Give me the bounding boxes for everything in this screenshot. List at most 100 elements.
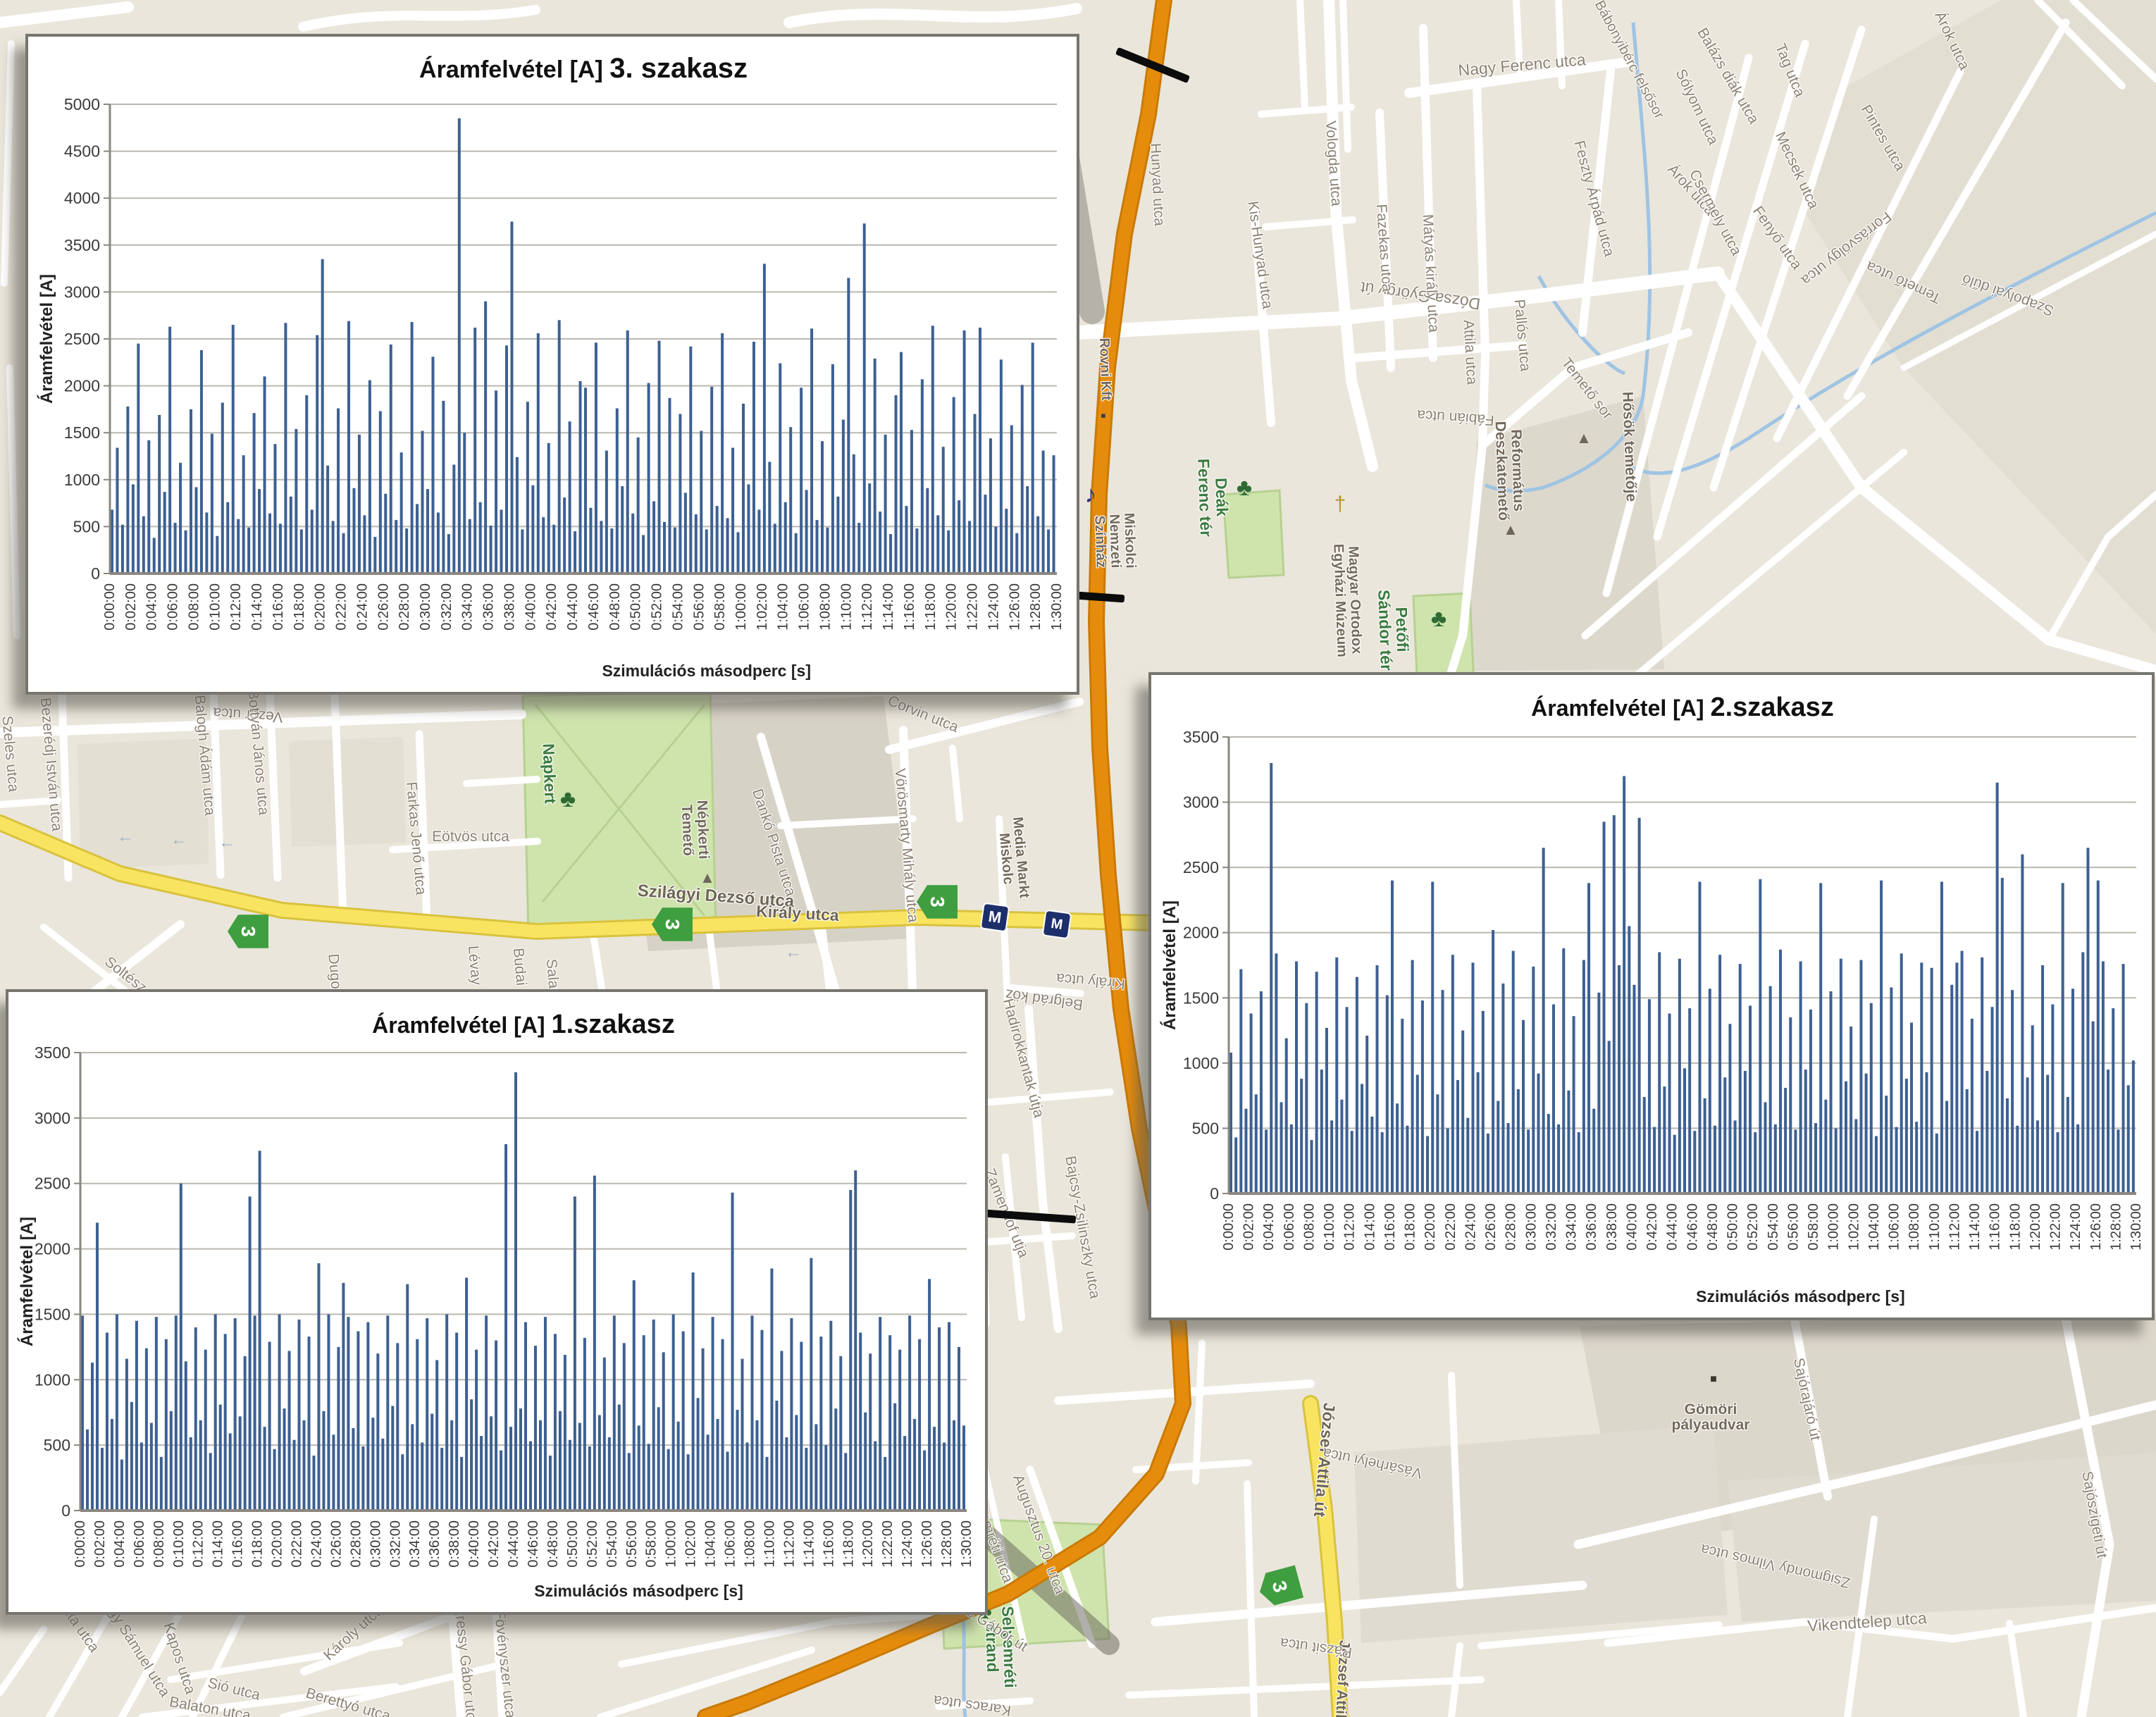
x-tick-label: 1:04:00 xyxy=(1866,1203,1882,1251)
y-tick-label: 3000 xyxy=(1183,793,1219,812)
x-tick-label: 0:48:00 xyxy=(607,583,623,631)
x-tick-label: 0:02:00 xyxy=(92,1520,108,1568)
poi-label: Hősök temetője xyxy=(1619,391,1638,502)
poi-label: Media Markt Miskolc xyxy=(995,817,1031,900)
x-tick-label: 1:14:00 xyxy=(801,1520,817,1568)
x-tick-label: 0:40:00 xyxy=(1624,1203,1640,1251)
tree-icon: ♣ xyxy=(1237,476,1252,500)
y-tick-label: 3500 xyxy=(35,1043,70,1062)
x-tick-label: 0:34:00 xyxy=(460,583,476,631)
street-label: Corvin utca xyxy=(886,693,961,736)
x-tick-label: 0:18:00 xyxy=(250,1520,266,1568)
bars xyxy=(111,118,1055,574)
x-tick-label: 1:00:00 xyxy=(1826,1203,1842,1251)
x-tick-label: 0:44:00 xyxy=(1665,1203,1680,1251)
route-badge-label: 3 xyxy=(661,919,683,930)
y-tick-label: 500 xyxy=(44,1436,70,1454)
x-tick-label: 0:12:00 xyxy=(191,1520,206,1568)
street-label: Árok utca xyxy=(1931,9,1971,73)
y-tick-label: 3500 xyxy=(64,236,100,254)
x-tick-label: 0:30:00 xyxy=(418,583,433,631)
x-tick-label: 1:06:00 xyxy=(1887,1203,1902,1251)
poi-label: Gömöri pályaudvar xyxy=(1672,1402,1750,1433)
x-tick-label: 0:52:00 xyxy=(650,583,665,631)
x-tick-label: 0:58:00 xyxy=(644,1520,659,1568)
x-tick-label: 1:10:00 xyxy=(762,1520,777,1568)
x-tick-label: 0:08:00 xyxy=(151,1520,167,1568)
street-label: Bajcsy-Zsilinszky utca xyxy=(1062,1155,1102,1300)
x-tick-label: 0:08:00 xyxy=(1301,1203,1317,1251)
tree-icon: ♣ xyxy=(560,787,576,811)
x-tick-label: 1:08:00 xyxy=(817,583,833,631)
chart-panel-szakasz3: 0500100015002000250030003500400045005000… xyxy=(25,34,1079,695)
gridlines xyxy=(80,1053,967,1445)
y-tick-label: 1500 xyxy=(64,423,100,442)
y-tick-label: 0 xyxy=(1210,1184,1219,1203)
street-label: Vásárhelyi utca xyxy=(1321,1444,1423,1480)
y-tick-label: 500 xyxy=(1192,1119,1219,1137)
street-label: Fábián utca xyxy=(1416,407,1494,428)
x-tick-label: 0:06:00 xyxy=(132,1520,147,1568)
poi-label: Református Deszkatemető xyxy=(1492,421,1527,521)
x-tick-label: 0:54:00 xyxy=(1766,1203,1781,1251)
street-label: Nagy Ferenc utca xyxy=(1458,51,1587,79)
x-axis-title: Szimulációs másodperc [s] xyxy=(602,662,811,680)
route-badge-3: 3 xyxy=(652,905,693,943)
x-tick-label: 0:02:00 xyxy=(123,583,139,631)
x-tick-label: 0:14:00 xyxy=(249,583,265,631)
x-tick-label: 0:26:00 xyxy=(1483,1203,1499,1251)
x-tick-label: 0:56:00 xyxy=(1785,1203,1801,1251)
x-tick-label: 0:10:00 xyxy=(1322,1203,1337,1251)
x-tick-label: 0:54:00 xyxy=(605,1520,620,1568)
station-icon: ■ xyxy=(1710,1374,1717,1385)
x-tick-label: 0:06:00 xyxy=(166,583,181,631)
x-tick-label: 0:04:00 xyxy=(144,583,160,631)
street-label: Dankó Pista utca xyxy=(749,787,798,898)
street-label: Attila utca xyxy=(1461,319,1480,385)
x-tick-label: 1:30:00 xyxy=(1049,583,1065,631)
x-tick-label: 1:04:00 xyxy=(703,1520,719,1568)
route-badge-3: 3 xyxy=(917,883,958,921)
factory-icon: ▪ xyxy=(1101,408,1106,423)
street-label: Mátyás király utca xyxy=(1420,214,1442,333)
x-tick-label: 0:36:00 xyxy=(427,1520,442,1568)
street-label: Zsigmondy Vilmos utca xyxy=(1699,1541,1852,1590)
area-label: Napkert xyxy=(540,743,559,804)
street-label: Sió utca xyxy=(206,1675,262,1704)
y-tick-label: 2000 xyxy=(64,377,100,395)
x-tick-label: 1:16:00 xyxy=(821,1520,836,1568)
x-tick-label: 0:48:00 xyxy=(1705,1203,1721,1251)
y-tick-label: 1500 xyxy=(1183,988,1219,1007)
x-tick-label: 0:10:00 xyxy=(171,1520,187,1568)
gridlines xyxy=(1229,737,2136,1128)
x-tick-label: 1:12:00 xyxy=(860,583,875,631)
street-label: Fövényszer utca xyxy=(491,1609,518,1717)
y-axis-title: Áramfelvétel [A] xyxy=(37,274,56,404)
y-tick-label: 2500 xyxy=(1183,858,1219,876)
x-tick-label: 1:08:00 xyxy=(1907,1203,1922,1251)
street-label: Bábonyibérc felsősor xyxy=(1592,0,1666,121)
x-tick-label: 0:24:00 xyxy=(1463,1203,1478,1251)
street-label: Sólyom utca xyxy=(1673,67,1721,147)
x-tick-label: 1:18:00 xyxy=(841,1520,856,1568)
x-tick-label: 0:56:00 xyxy=(624,1520,640,1568)
chart-svg-szakasz3: 0500100015002000250030003500400045005000… xyxy=(28,37,1077,692)
x-tick-label: 0:26:00 xyxy=(376,583,391,631)
x-tick-label: 1:16:00 xyxy=(902,583,917,631)
gridlines xyxy=(110,104,1057,526)
street-label: Feszty Árpád utca xyxy=(1570,139,1616,258)
y-tick-label: 1500 xyxy=(35,1305,70,1323)
x-tick-label: 0:50:00 xyxy=(565,1520,581,1568)
area-label: Deák Ferenc tér xyxy=(1195,458,1232,538)
route-badge-3: 3 xyxy=(1255,1563,1304,1610)
street-label: Eötvös utca xyxy=(432,829,509,845)
x-tick-label: 0:16:00 xyxy=(230,1520,246,1568)
x-tick-label: 1:20:00 xyxy=(944,583,960,631)
x-tick-label: 0:34:00 xyxy=(1564,1203,1580,1251)
x-tick-label: 0:00:00 xyxy=(1221,1203,1237,1251)
metro-m-icon: M xyxy=(1042,910,1072,940)
x-tick-label: 0:06:00 xyxy=(1282,1203,1297,1251)
x-tick-label: 0:14:00 xyxy=(211,1520,226,1568)
y-tick-label: 500 xyxy=(73,517,100,535)
y-tick-label: 2500 xyxy=(35,1174,70,1193)
